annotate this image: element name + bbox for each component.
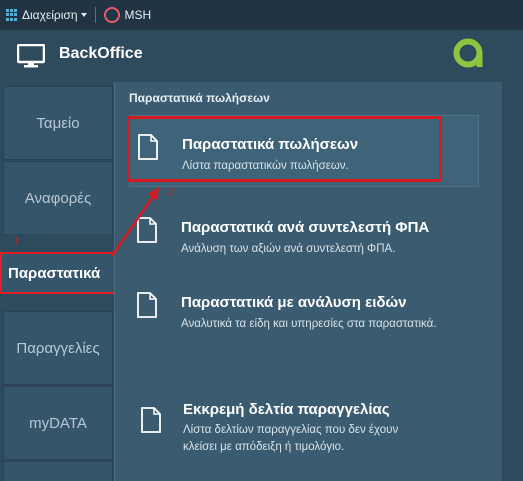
menu-item-sales-documents[interactable]: Παραστατικά πωλήσεων Λίστα παραστατικών … bbox=[129, 115, 479, 187]
monitor-icon bbox=[17, 44, 45, 68]
top-bar: Διαχείριση MSH bbox=[0, 0, 523, 30]
tab-documents[interactable]: Παραστατικά bbox=[0, 252, 125, 294]
menu-item-subtitle: Αναλυτικά τα είδη και υπηρεσίες στα παρα… bbox=[181, 318, 437, 330]
menu-item-subtitle: Λίστα δελτίων παραγγελίας που δεν έχουν … bbox=[183, 424, 399, 453]
tab-cashier[interactable]: Ταμείο bbox=[3, 86, 113, 160]
circle-user-icon bbox=[103, 7, 120, 23]
tab-label: Αναφορές bbox=[24, 189, 92, 207]
user-menu[interactable]: MSH bbox=[100, 0, 156, 30]
document-icon bbox=[137, 217, 157, 243]
user-label: MSH bbox=[124, 8, 152, 22]
app-header: BackOffice bbox=[0, 30, 523, 80]
menu-item-vat-documents[interactable]: Παραστατικά ανά συντελεστή ΦΠΑ Ανάλυση τ… bbox=[129, 199, 479, 271]
document-icon bbox=[138, 134, 158, 160]
chevron-down-icon bbox=[80, 13, 87, 17]
step-marker-2: 2 bbox=[168, 186, 174, 198]
menu-item-title: Παραστατικά ανά συντελεστή ΦΠΑ bbox=[181, 219, 430, 236]
management-menu-label: Διαχείριση bbox=[22, 8, 78, 22]
section-tabs: Ταμείο Αναφορές Παραστατικά Παραγγελίες … bbox=[0, 84, 128, 481]
app-window: Διαχείριση MSH BackOffice Ταμείο Αναφορέ… bbox=[0, 0, 523, 481]
documents-panel: Παραστατικά πωλήσεων Παραστατικά πωλήσεω… bbox=[114, 82, 502, 481]
menu-item-title: Παραστατικά με ανάλυση ειδών bbox=[181, 294, 407, 311]
tab-label: myDATA bbox=[29, 414, 87, 432]
document-icon bbox=[141, 407, 161, 433]
tab-mydata[interactable]: myDATA bbox=[3, 386, 113, 460]
tab-label: Ταμείο bbox=[36, 114, 80, 132]
step-marker-1: 1 bbox=[14, 235, 20, 247]
tab-label: Παραστατικά bbox=[8, 264, 101, 282]
menu-item-subtitle: Ανάλυση των αξιών ανά συντελεστή ΦΠΑ. bbox=[181, 243, 396, 255]
app-title: BackOffice bbox=[59, 45, 143, 62]
toolbar-divider bbox=[94, 7, 96, 23]
grid-icon bbox=[6, 8, 19, 22]
menu-item-pending-orders[interactable]: Εκκρεμή δελτία παραγγελίας Λίστα δελτίων… bbox=[129, 379, 479, 463]
tab-reports[interactable]: Αναφορές bbox=[3, 161, 113, 235]
menu-item-subtitle: Λίστα παραστατικών πωλήσεων. bbox=[182, 160, 349, 172]
app-logo-icon bbox=[453, 38, 483, 68]
right-edge-bar bbox=[502, 82, 523, 481]
tab-more[interactable] bbox=[3, 461, 113, 481]
tab-orders[interactable]: Παραγγελίες bbox=[3, 311, 113, 385]
tab-label: Παραγγελίες bbox=[16, 339, 100, 357]
menu-item-title: Εκκρεμή δελτία παραγγελίας bbox=[183, 401, 390, 418]
menu-item-item-analysis[interactable]: Παραστατικά με ανάλυση ειδών Αναλυτικά τ… bbox=[129, 274, 479, 358]
panel-title: Παραστατικά πωλήσεων bbox=[129, 91, 270, 105]
document-icon bbox=[137, 292, 157, 318]
menu-item-title: Παραστατικά πωλήσεων bbox=[182, 136, 359, 153]
management-menu[interactable]: Διαχείριση bbox=[0, 0, 91, 30]
